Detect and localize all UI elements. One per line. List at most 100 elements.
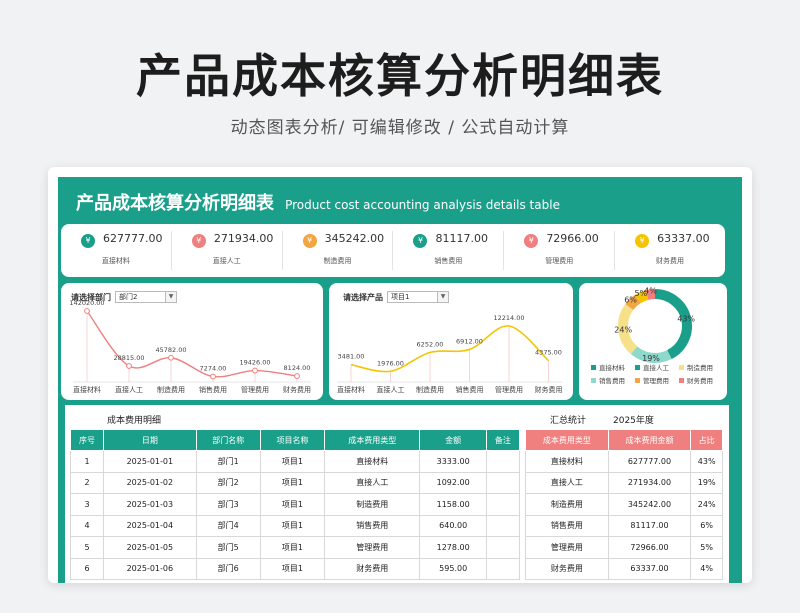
table-cell[interactable]: 63337.00 xyxy=(607,557,692,580)
table-cell[interactable] xyxy=(485,536,521,559)
data-label: 28815.00 xyxy=(113,354,144,362)
table-cell[interactable]: 2025-01-06 xyxy=(103,557,197,580)
table-cell[interactable]: 管理费用 xyxy=(324,536,421,559)
data-label: 8124.00 xyxy=(284,364,311,372)
table-cell[interactable]: 直接材料 xyxy=(525,450,609,473)
table-cell[interactable]: 项目1 xyxy=(259,514,326,537)
summary-table-row: 财务费用 63337.00 4% xyxy=(525,557,723,580)
table-cell[interactable]: 项目1 xyxy=(259,450,326,473)
table-cell[interactable]: 直接人工 xyxy=(324,471,421,494)
table-cell[interactable]: 直接材料 xyxy=(324,450,421,473)
kpi-value: 627777.00 xyxy=(103,232,163,245)
table-cell[interactable]: 43% xyxy=(690,450,723,473)
table-cell[interactable]: 627777.00 xyxy=(607,450,692,473)
table-cell[interactable]: 2 xyxy=(69,471,105,494)
data-label: 7274.00 xyxy=(200,364,227,372)
table-cell[interactable]: 4 xyxy=(69,514,105,537)
table-cell[interactable]: 1158.00 xyxy=(419,493,487,516)
table-cell[interactable] xyxy=(485,471,521,494)
kpi-value: 63337.00 xyxy=(657,232,710,245)
table-cell[interactable]: 1092.00 xyxy=(419,471,487,494)
data-point xyxy=(294,373,300,379)
summary-table-row: 销售费用 81117.00 6% xyxy=(525,514,723,537)
table-cell[interactable]: 部门1 xyxy=(195,450,261,473)
table-cell[interactable]: 项目1 xyxy=(259,557,326,580)
table-cell[interactable]: 部门5 xyxy=(195,536,261,559)
sheet-title-en: Product cost accounting analysis details… xyxy=(285,198,560,212)
sheet-frame: 产品成本核算分析明细表 Product cost accounting anal… xyxy=(58,177,742,583)
table-cell[interactable]: 销售费用 xyxy=(525,514,609,537)
legend-label: 销售费用 xyxy=(599,376,625,385)
table-cell[interactable]: 19% xyxy=(690,471,723,494)
kpi-card: ¥345242.00 制造费用 xyxy=(283,231,394,270)
table-cell[interactable]: 72966.00 xyxy=(607,536,692,559)
detail-table-row: 3 2025-01-03 部门3 项目1 制造费用 1158.00 xyxy=(69,493,521,516)
table-cell[interactable] xyxy=(485,557,521,580)
detail-table: 序号 日期 部门名称 项目名称 成本费用类型 金额 备注 1 2025-01-01 部门1 项目1… xyxy=(69,429,521,580)
table-cell[interactable]: 24% xyxy=(690,493,723,516)
table-cell[interactable] xyxy=(485,450,521,473)
table-cell[interactable]: 项目1 xyxy=(259,471,326,494)
table-cell[interactable]: 销售费用 xyxy=(324,514,421,537)
slice-label: 4% xyxy=(644,286,657,295)
detail-table-row: 6 2025-01-06 部门6 项目1 财务费用 595.00 xyxy=(69,557,521,580)
table-cell[interactable]: 部门4 xyxy=(195,514,261,537)
table-cell[interactable]: 4% xyxy=(690,557,723,580)
x-tick-label: 直接人工 xyxy=(115,385,143,394)
table-cell[interactable]: 271934.00 xyxy=(607,471,692,494)
table-cell[interactable] xyxy=(485,493,521,516)
summary-title: 汇总统计 xyxy=(550,416,587,426)
table-cell[interactable]: 制造费用 xyxy=(324,493,421,516)
table-cell[interactable]: 2025-01-03 xyxy=(103,493,197,516)
table-cell[interactable]: 财务费用 xyxy=(324,557,421,580)
table-cell[interactable]: 项目1 xyxy=(259,493,326,516)
data-point xyxy=(252,367,258,374)
dashboard-card: 产品成本核算分析明细表 Product cost accounting anal… xyxy=(48,167,752,583)
table-cell[interactable]: 595.00 xyxy=(419,557,487,580)
legend-swatch xyxy=(635,365,640,370)
x-tick-label: 财务费用 xyxy=(283,385,311,394)
table-cell[interactable]: 直接人工 xyxy=(525,471,609,494)
table-cell[interactable]: 345242.00 xyxy=(607,493,692,516)
table-cell[interactable]: 2025-01-01 xyxy=(103,450,197,473)
kpi-card: ¥63337.00 财务费用 xyxy=(615,231,725,270)
table-cell[interactable]: 3 xyxy=(69,493,105,516)
table-cell[interactable]: 部门6 xyxy=(195,557,261,580)
table-cell[interactable]: 2025-01-04 xyxy=(103,514,197,537)
table-cell[interactable]: 5% xyxy=(690,536,723,559)
summary-table-row: 直接材料 627777.00 43% xyxy=(525,450,723,473)
kpi-label: 销售费用 xyxy=(434,257,463,265)
share-donut-chart: 43%19%24%6%5%4%直接材料 直接人工 制造费用销售费用 管理费用 财务费用 xyxy=(591,286,713,385)
table-cell[interactable] xyxy=(485,514,521,537)
table-cell[interactable]: 部门2 xyxy=(195,471,261,494)
product-line-chart: 3481.00 直接材料 1976.00 直接人工 6252.00 制造费用 6912.00… xyxy=(337,314,563,394)
table-cell[interactable]: 2025-01-05 xyxy=(103,536,197,559)
sheet-title-cn: 产品成本核算分析明细表 xyxy=(76,193,274,214)
table-cell[interactable]: 5 xyxy=(69,536,105,559)
table-cell[interactable]: 2025-01-02 xyxy=(103,471,197,494)
column-header: 金额 xyxy=(419,429,487,451)
product-chart-panel: 请选择产品 项目1 ▼ 3481.00 直接材料 1976.00 直接人工 6252.0… xyxy=(329,283,573,400)
table-cell[interactable]: 6 xyxy=(69,557,105,580)
column-header: 成本费用类型 xyxy=(324,429,421,451)
table-cell[interactable]: 制造费用 xyxy=(525,493,609,516)
table-cell[interactable]: 6% xyxy=(690,514,723,537)
kpi-value: 81117.00 xyxy=(435,232,488,245)
table-cell[interactable]: 1 xyxy=(69,450,105,473)
dept-line-chart: 142020.00 直接材料 28815.00 直接人工 45782.00 制造费用 727… xyxy=(69,299,311,394)
slice-label: 43% xyxy=(677,315,695,324)
summary-table-row: 制造费用 345242.00 24% xyxy=(525,493,723,516)
table-cell[interactable]: 项目1 xyxy=(259,536,326,559)
table-cell[interactable]: 部门3 xyxy=(195,493,261,516)
table-cell[interactable]: 3333.00 xyxy=(419,450,487,473)
data-label: 1976.00 xyxy=(377,359,404,367)
kpi-label: 管理费用 xyxy=(545,257,574,265)
detail-table-row: 1 2025-01-01 部门1 项目1 直接材料 3333.00 xyxy=(69,450,521,473)
detail-title: 成本费用明细 xyxy=(107,416,162,426)
table-cell[interactable]: 财务费用 xyxy=(525,557,609,580)
table-cell[interactable]: 81117.00 xyxy=(607,514,692,537)
table-cell[interactable]: 管理费用 xyxy=(525,536,609,559)
table-cell[interactable]: 1278.00 xyxy=(419,536,487,559)
data-point xyxy=(84,308,90,314)
table-cell[interactable]: 640.00 xyxy=(419,514,487,537)
